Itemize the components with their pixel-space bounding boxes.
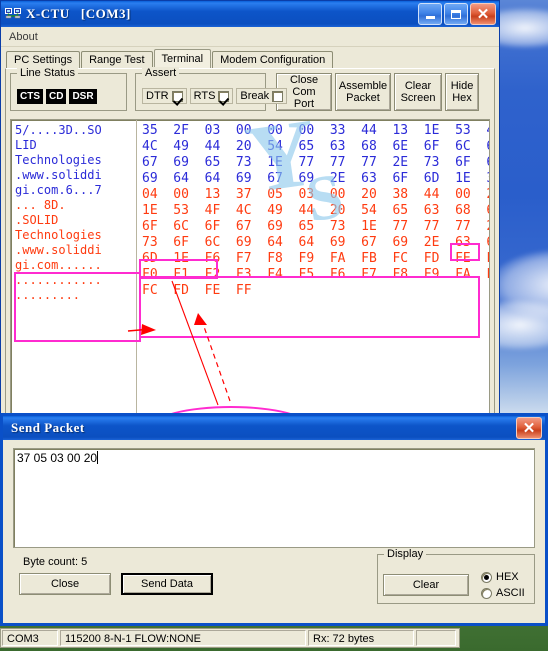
- send-packet-title: Send Packet: [11, 420, 85, 435]
- ascii-line: .SOLID: [15, 213, 59, 227]
- hex-row: F0 F1 F2 F3 F4 F5 F6 F7 F8 F9 FA FB: [142, 267, 489, 282]
- close-button-dialog[interactable]: Close: [19, 573, 111, 595]
- send-packet-footer: Byte count: 5 Close Send Data Display Cl…: [3, 548, 545, 604]
- ascii-line: Technologies: [15, 228, 102, 242]
- led-cts: CTS: [17, 88, 43, 104]
- xctu-main-window: X-CTU [COM3] ✕ About PC Settings Range T…: [0, 0, 500, 448]
- dtr-checkbox[interactable]: DTR: [142, 88, 187, 104]
- clear-screen-line1: Clear: [404, 80, 432, 92]
- hex-row: 4C 49 44 20 54 65 63 68 6E 6F 6C 6F: [142, 139, 489, 154]
- hex-row: 73 6F 6C 69 64 64 69 67 69 2E 63 6F: [142, 235, 489, 250]
- ascii-line: Technologies: [15, 153, 102, 167]
- window-controls: ✕: [418, 3, 497, 25]
- ascii-line: .www.soliddi: [15, 243, 102, 257]
- clear-screen-line2: Screen: [400, 92, 436, 104]
- close-button[interactable]: ✕: [470, 3, 496, 25]
- packet-input-value: 37 05 03 00 20: [17, 451, 98, 465]
- assemble-packet-button[interactable]: Assemble Packet: [335, 73, 391, 111]
- hex-row: 6F 6C 6F 67 69 65 73 1E 77 77 77 2E: [142, 219, 489, 234]
- main-titlebar[interactable]: X-CTU [COM3] ✕: [1, 1, 499, 27]
- display-label: Display: [384, 548, 427, 560]
- ascii-line: LID: [15, 138, 37, 152]
- hex-row: FC FD FE FF: [142, 283, 252, 298]
- ascii-line: ............: [15, 273, 102, 287]
- hex-row: 35 2F 03 00 00 00 33 44 13 1E 53 4F: [142, 123, 489, 138]
- radio-ascii-glyph[interactable]: [481, 587, 492, 599]
- ascii-line: gi.com......: [15, 258, 102, 272]
- assert-group: Assert DTR RTS Break: [135, 67, 288, 111]
- menu-item-about[interactable]: About: [9, 31, 38, 43]
- radio-ascii[interactable]: ASCII: [481, 587, 525, 599]
- assert-label: Assert: [142, 67, 180, 79]
- minimize-button[interactable]: [418, 3, 442, 25]
- ascii-line: ... 8D.: [15, 198, 66, 212]
- terminal-tab-panel: Line Status CTS CD DSR Assert DTR RTS Br…: [5, 67, 495, 448]
- clear-button[interactable]: Clear: [383, 574, 469, 596]
- hide-hex-line2: Hex: [452, 92, 472, 104]
- send-packet-close-icon[interactable]: ✕: [516, 417, 542, 439]
- radio-ascii-label: ASCII: [496, 587, 525, 599]
- hex-row: 6D 1E F6 F7 F8 F9 FA FB FC FD FE FF: [142, 251, 489, 266]
- terminal-toolbar: Line Status CTS CD DSR Assert DTR RTS Br…: [10, 67, 490, 115]
- text-caret: [97, 451, 99, 464]
- tab-range-test[interactable]: Range Test: [81, 51, 153, 68]
- radio-hex[interactable]: HEX: [481, 571, 525, 583]
- dtr-check-glyph[interactable]: [171, 90, 183, 102]
- status-bar: COM3 115200 8-N-1 FLOW:NONE Rx: 72 bytes: [0, 628, 460, 648]
- status-rx: Rx: 72 bytes: [308, 630, 414, 646]
- ascii-line: .www.soliddi: [15, 168, 102, 182]
- display-group: Display Clear HEX ASCII: [377, 548, 535, 604]
- assemble-packet-line1: Assemble: [338, 80, 388, 92]
- led-cd: CD: [46, 88, 67, 104]
- clear-screen-button[interactable]: Clear Screen: [394, 73, 442, 111]
- maximize-button[interactable]: [444, 3, 468, 25]
- dtr-label: DTR: [146, 90, 169, 102]
- ascii-line: .........: [15, 288, 81, 302]
- hex-row: 04 00 13 37 05 03 00 20 38 44 00 20: [142, 187, 489, 202]
- packet-input[interactable]: 37 05 03 00 20: [13, 448, 535, 548]
- close-com-port-line1: Close: [289, 74, 319, 86]
- break-label: Break: [240, 90, 270, 102]
- xctu-app-icon: [5, 7, 21, 22]
- byte-count-label: Byte count: 5: [23, 556, 88, 568]
- status-config: 115200 8-N-1 FLOW:NONE: [60, 630, 306, 646]
- rts-check-glyph[interactable]: [218, 90, 230, 102]
- ascii-pane[interactable]: 5/....3D..SO LID Technologies .www.soliddi g…: [11, 120, 137, 438]
- window-title: X-CTU [COM3]: [26, 6, 131, 21]
- tab-pc-settings[interactable]: PC Settings: [6, 51, 81, 68]
- hide-hex-button[interactable]: Hide Hex: [445, 73, 479, 111]
- tab-modem-configuration[interactable]: Modem Configuration: [212, 51, 334, 68]
- hide-hex-line1: Hide: [450, 80, 474, 92]
- send-packet-dialog: Send Packet ✕ 37 05 03 00 20 Byte count:…: [0, 413, 548, 626]
- hex-row: 67 69 65 73 1E 77 77 77 2E 73 6F 6C: [142, 155, 489, 170]
- rts-checkbox[interactable]: RTS: [189, 88, 234, 104]
- hex-row: 69 64 64 69 67 69 2E 63 6F 6D 1E 36: [142, 171, 489, 186]
- terminal-action-buttons: Close Com Port Assemble Packet Clear Scr…: [276, 73, 479, 111]
- tab-terminal[interactable]: Terminal: [153, 49, 212, 69]
- ascii-line: 5/....3D..SO: [15, 123, 102, 137]
- rts-label: RTS: [193, 90, 216, 102]
- status-port: COM3: [2, 630, 58, 646]
- tab-strip: PC Settings Range Test Terminal Modem Co…: [1, 47, 499, 69]
- break-check-glyph[interactable]: [272, 90, 284, 102]
- ascii-line: gi.com.6...7: [15, 183, 102, 197]
- line-status-group: Line Status CTS CD DSR: [10, 67, 127, 111]
- radio-hex-glyph[interactable]: [481, 571, 492, 583]
- close-com-port-line2: Com Port: [292, 86, 316, 110]
- hex-row: 1E 53 4F 4C 49 44 20 54 65 63 68 6E: [142, 203, 489, 218]
- led-dsr: DSR: [69, 88, 97, 104]
- radio-hex-label: HEX: [496, 571, 519, 583]
- send-packet-titlebar[interactable]: Send Packet ✕: [3, 416, 545, 440]
- status-extra: [416, 630, 456, 646]
- assemble-packet-line2: Packet: [346, 92, 380, 104]
- hex-pane[interactable]: 35 2F 03 00 00 00 33 44 13 1E 53 4F 4C 49…: [137, 120, 489, 438]
- break-checkbox[interactable]: Break: [236, 88, 288, 104]
- send-data-button[interactable]: Send Data: [121, 573, 213, 595]
- line-status-label: Line Status: [17, 67, 79, 79]
- terminal-display[interactable]: 5/....3D..SO LID Technologies .www.soliddi g…: [10, 119, 490, 439]
- send-packet-body: 37 05 03 00 20: [3, 440, 545, 548]
- menu-bar: About: [1, 27, 499, 47]
